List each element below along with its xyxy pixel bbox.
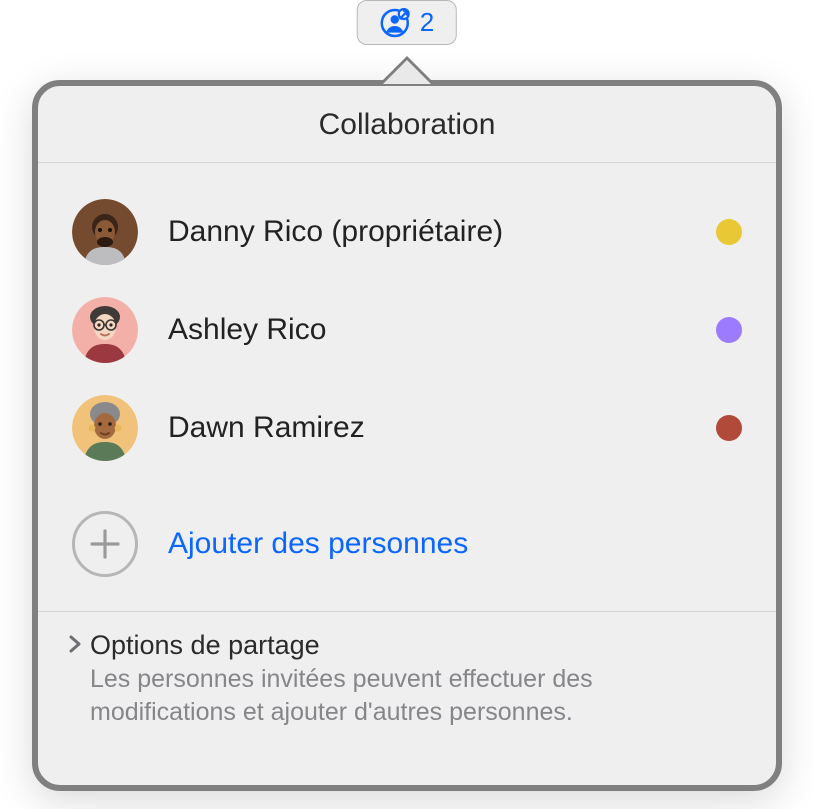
- popover-title: Collaboration: [38, 86, 776, 163]
- collaboration-count: 2: [420, 7, 434, 38]
- presence-color-dot: [716, 219, 742, 245]
- participant-name: Ashley Rico: [168, 313, 686, 347]
- participant-row[interactable]: Ashley Rico: [72, 281, 742, 379]
- share-options-section: Options de partage Les personnes invitée…: [38, 611, 776, 754]
- collaboration-toolbar-button[interactable]: 2: [357, 0, 457, 45]
- participants-list: Danny Rico (propriétaire) Ash: [38, 163, 776, 487]
- participant-row[interactable]: Dawn Ramirez: [72, 379, 742, 477]
- add-people-label: Ajouter des personnes: [168, 527, 468, 561]
- collaboration-popover: Collaboration Danny Rico (propriétaire): [32, 80, 782, 791]
- add-people-button[interactable]: Ajouter des personnes: [38, 487, 776, 611]
- participant-row[interactable]: Danny Rico (propriétaire): [72, 183, 742, 281]
- chevron-right-icon: [68, 635, 84, 657]
- share-options-description: Les personnes invitées peuvent effectuer…: [68, 663, 708, 728]
- collaboration-icon: [380, 8, 410, 38]
- share-options-toggle[interactable]: Options de partage: [68, 630, 746, 661]
- plus-circle-icon: [72, 511, 138, 577]
- popover-arrow: [383, 60, 431, 84]
- presence-color-dot: [716, 415, 742, 441]
- participant-name: Danny Rico (propriétaire): [168, 215, 686, 249]
- presence-color-dot: [716, 317, 742, 343]
- avatar: [72, 395, 138, 461]
- participant-name: Dawn Ramirez: [168, 411, 686, 445]
- avatar: [72, 297, 138, 363]
- share-options-title: Options de partage: [90, 630, 320, 661]
- avatar: [72, 199, 138, 265]
